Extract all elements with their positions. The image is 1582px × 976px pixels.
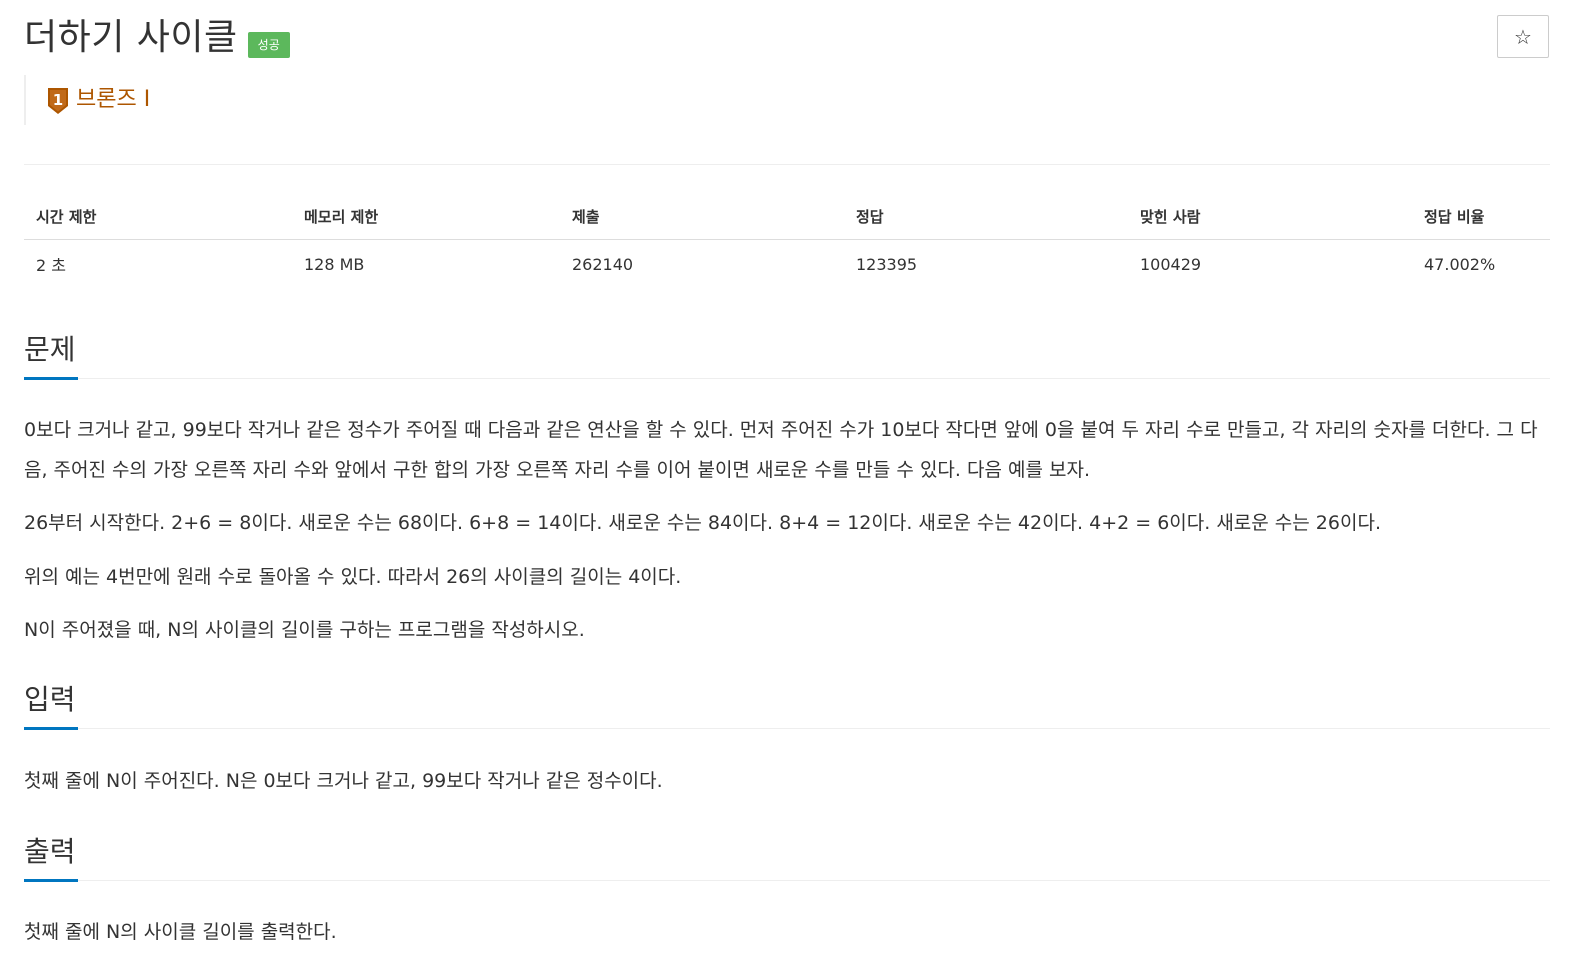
info-header-row: 시간 제한 메모리 제한 제출 정답 맞힌 사람 정답 비율 — [24, 193, 1550, 240]
header-accept-ratio: 정답 비율 — [1412, 193, 1550, 240]
favorite-button[interactable]: ☆ — [1497, 15, 1549, 58]
description-section-header: 문제 — [24, 330, 1550, 380]
status-badge: 성공 — [247, 32, 290, 58]
output-paragraph: 첫째 줄에 N의 사이클 길이를 출력한다. — [24, 921, 337, 943]
header-time-limit: 시간 제한 — [24, 193, 292, 240]
section-underline — [24, 377, 78, 380]
info-value-row: 2 초 128 MB 262140 123395 100429 47.002% — [24, 240, 1550, 289]
output-section-header: 출력 — [24, 832, 1550, 882]
input-section-header: 입력 — [24, 680, 1550, 730]
value-solved-users: 100429 — [1140, 254, 1202, 274]
value-time-limit: 2 초 — [36, 256, 66, 275]
input-paragraph: 첫째 줄에 N이 주어진다. N은 0보다 크거나 같고, 99보다 작거나 같… — [24, 770, 663, 792]
output-title: 출력 — [24, 835, 76, 868]
header-memory-limit: 메모리 제한 — [292, 193, 560, 240]
value-accepted: 123395 — [856, 254, 918, 274]
section-underline — [24, 879, 78, 882]
problem-page: 더하기 사이클 성공 ☆ 1 브론즈 I 시간 제한 메모리 제한 제출 정답 … — [0, 0, 1582, 976]
description-paragraph: N이 주어졌을 때, N의 사이클의 길이를 구하는 프로그램을 작성하시오. — [24, 619, 585, 641]
problem-title: 더하기 사이클 — [24, 17, 238, 58]
input-title: 입력 — [24, 683, 76, 716]
tier-level-number: 1 — [53, 91, 63, 109]
header-accepted: 정답 — [844, 193, 1128, 240]
header-solved-users: 맞힌 사람 — [1128, 193, 1412, 240]
divider — [24, 164, 1550, 165]
problem-info-table: 시간 제한 메모리 제한 제출 정답 맞힌 사람 정답 비율 2 초 128 M… — [24, 193, 1550, 288]
value-memory-limit: 128 MB — [304, 254, 365, 274]
description-title: 문제 — [24, 333, 76, 366]
value-submissions: 262140 — [572, 254, 634, 274]
value-accept-ratio: 47.002% — [1424, 254, 1496, 274]
title-row: 더하기 사이클 성공 — [24, 16, 290, 60]
tier-info: 1 브론즈 I — [24, 75, 150, 125]
bronze-tier-icon: 1 — [48, 88, 68, 114]
tier-link[interactable]: 브론즈 I — [76, 86, 150, 114]
section-underline — [24, 727, 78, 730]
star-outline-icon: ☆ — [1514, 24, 1532, 49]
description-paragraph: 위의 예는 4번만에 원래 수로 돌아올 수 있다. 따라서 26의 사이클의 … — [24, 566, 682, 588]
description-paragraph: 26부터 시작한다. 2+6 = 8이다. 새로운 수는 68이다. 6+8 =… — [24, 512, 1381, 534]
description-paragraph: 0보다 크거나 같고, 99보다 작거나 같은 정수가 주어질 때 다음과 같은… — [24, 419, 1538, 481]
header-submissions: 제출 — [560, 193, 844, 240]
